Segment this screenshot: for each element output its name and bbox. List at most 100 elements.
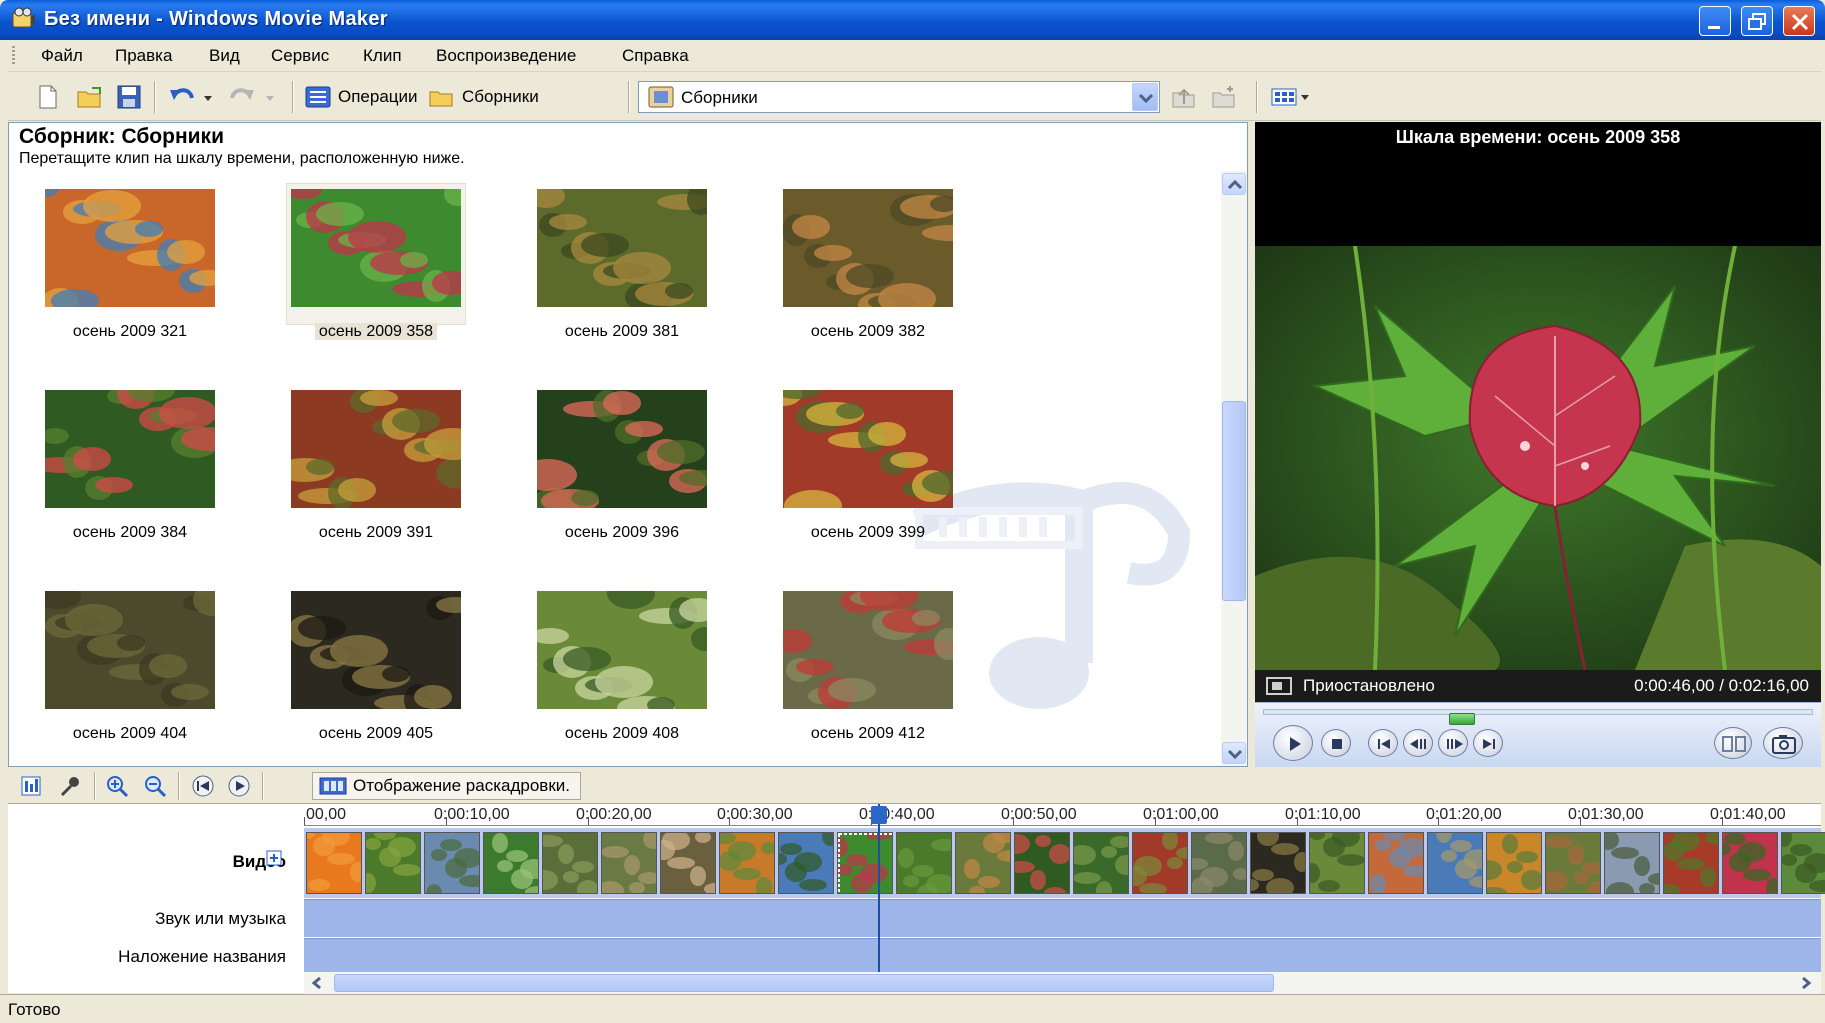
menu-tools[interactable]: Сервис [271, 46, 329, 66]
clip-thumbnail[interactable] [45, 189, 215, 307]
scroll-thumb[interactable] [1222, 401, 1246, 601]
seek-bar[interactable] [1263, 709, 1813, 725]
rewind-button[interactable] [1368, 729, 1398, 757]
timeline-clip[interactable] [719, 832, 775, 894]
play-button[interactable] [1273, 725, 1313, 761]
combo-dropdown-arrow[interactable] [1132, 83, 1158, 111]
menu-play[interactable]: Воспроизведение [436, 46, 576, 66]
close-button[interactable] [1783, 6, 1815, 36]
ruler-tick [729, 817, 730, 825]
status-text: Готово [8, 1000, 61, 1019]
timeline-clip[interactable] [1368, 832, 1424, 894]
redo-button[interactable] [230, 81, 278, 113]
clip-thumbnail[interactable] [291, 591, 461, 709]
timeline-clip[interactable] [778, 832, 834, 894]
playhead-line[interactable] [878, 804, 880, 972]
timeline-clip[interactable] [483, 832, 539, 894]
timeline-clip[interactable] [365, 832, 421, 894]
forward-button[interactable] [1473, 729, 1503, 757]
minimize-button[interactable] [1699, 6, 1731, 36]
operations-button[interactable]: Операции [304, 81, 418, 113]
timeline-clip[interactable] [955, 832, 1011, 894]
scroll-right-icon[interactable] [1795, 974, 1817, 992]
timeline-clip[interactable] [1014, 832, 1070, 894]
zoom-in-icon[interactable] [104, 774, 130, 798]
clip-thumbnail[interactable] [537, 189, 707, 307]
expand-track-icon[interactable] [266, 850, 282, 866]
skip-back-icon [1378, 739, 1390, 749]
timeline-clip[interactable] [542, 832, 598, 894]
open-project-button[interactable] [76, 81, 104, 113]
clip-thumbnail[interactable] [537, 390, 707, 508]
narrate-microphone-icon[interactable] [58, 774, 84, 798]
playhead-handle[interactable] [871, 806, 887, 824]
timeline-clip[interactable] [1309, 832, 1365, 894]
chevron-down-icon [1227, 749, 1243, 760]
clip-thumbnail[interactable] [45, 591, 215, 709]
timeline-clip[interactable] [1663, 832, 1719, 894]
undo-button[interactable] [168, 81, 216, 113]
timeline-clip[interactable] [1604, 832, 1660, 894]
audio-track-label: Звук или музыка [155, 909, 286, 928]
scroll-down-button[interactable] [1222, 742, 1246, 764]
timeline-clip[interactable] [1250, 832, 1306, 894]
timeline-clip[interactable] [424, 832, 480, 894]
title-overlay-track[interactable] [304, 938, 1821, 972]
menu-file[interactable]: Файл [41, 46, 83, 66]
timeline-clip[interactable] [1191, 832, 1247, 894]
rewind-timeline-icon[interactable] [190, 774, 216, 798]
up-level-button[interactable] [1170, 81, 1198, 113]
menu-edit[interactable]: Правка [115, 46, 172, 66]
new-project-button[interactable] [36, 81, 60, 113]
menu-help[interactable]: Справка [622, 46, 689, 66]
play-timeline-icon[interactable] [226, 774, 252, 798]
clip-thumbnail[interactable] [291, 390, 461, 508]
timeline-clip[interactable] [1427, 832, 1483, 894]
collection-vertical-scrollbar[interactable] [1221, 171, 1247, 766]
timeline-clip[interactable] [1132, 832, 1188, 894]
collections-combo[interactable]: Сборники [638, 81, 1160, 113]
timeline-clip[interactable] [660, 832, 716, 894]
time-ruler[interactable]: 00,00 0:00:10,00 0:00:20,00 0:00:30,00 0:00:… [304, 804, 1821, 826]
timeline-clip[interactable] [601, 832, 657, 894]
previous-frame-button[interactable] [1403, 729, 1433, 757]
clip-thumbnail[interactable] [537, 591, 707, 709]
seek-knob[interactable] [1449, 713, 1475, 725]
restore-button[interactable] [1741, 6, 1773, 36]
clip-thumbnail[interactable] [45, 390, 215, 508]
timeline-clip[interactable] [306, 832, 362, 894]
video-track[interactable] [304, 828, 1825, 898]
stop-button[interactable] [1321, 729, 1351, 757]
views-button[interactable] [1270, 81, 1312, 113]
zoom-out-icon[interactable] [142, 774, 168, 798]
menu-clip[interactable]: Клип [363, 46, 402, 66]
menu-view[interactable]: Вид [209, 46, 240, 66]
scroll-left-icon[interactable] [306, 974, 328, 992]
fullscreen-icon[interactable] [1265, 676, 1293, 696]
clip-thumbnail[interactable] [783, 189, 953, 307]
save-project-button[interactable] [116, 81, 142, 113]
clip-thumbnail[interactable] [783, 591, 953, 709]
next-frame-button[interactable] [1438, 729, 1468, 757]
play-icon [1290, 737, 1301, 751]
timeline-clip[interactable] [1545, 832, 1601, 894]
split-clip-button[interactable] [1714, 727, 1752, 759]
take-picture-button[interactable] [1763, 727, 1803, 759]
timeline-scroll-thumb[interactable] [334, 974, 1274, 992]
clip-thumbnail[interactable] [783, 390, 953, 508]
collections-button[interactable]: Сборники [428, 81, 539, 113]
timeline-horizontal-scrollbar[interactable] [304, 972, 1821, 994]
timeline-clip[interactable] [1486, 832, 1542, 894]
timeline-clip[interactable] [1073, 832, 1129, 894]
timeline-clip[interactable] [1722, 832, 1778, 894]
preview-monitor: Шкала времени: осень 2009 358 Приостанов… [1255, 122, 1821, 767]
new-collection-button[interactable] [1210, 81, 1238, 113]
timeline-clip[interactable] [1781, 832, 1825, 894]
show-storyboard-button[interactable]: Отображение раскадровки. [312, 772, 581, 800]
scroll-up-button[interactable] [1222, 173, 1246, 195]
timeline-clip[interactable] [837, 832, 893, 894]
timeline-clip[interactable] [896, 832, 952, 894]
clip-thumbnail[interactable] [291, 189, 461, 307]
set-audio-levels-icon[interactable] [18, 774, 44, 798]
audio-music-track[interactable] [304, 899, 1821, 937]
